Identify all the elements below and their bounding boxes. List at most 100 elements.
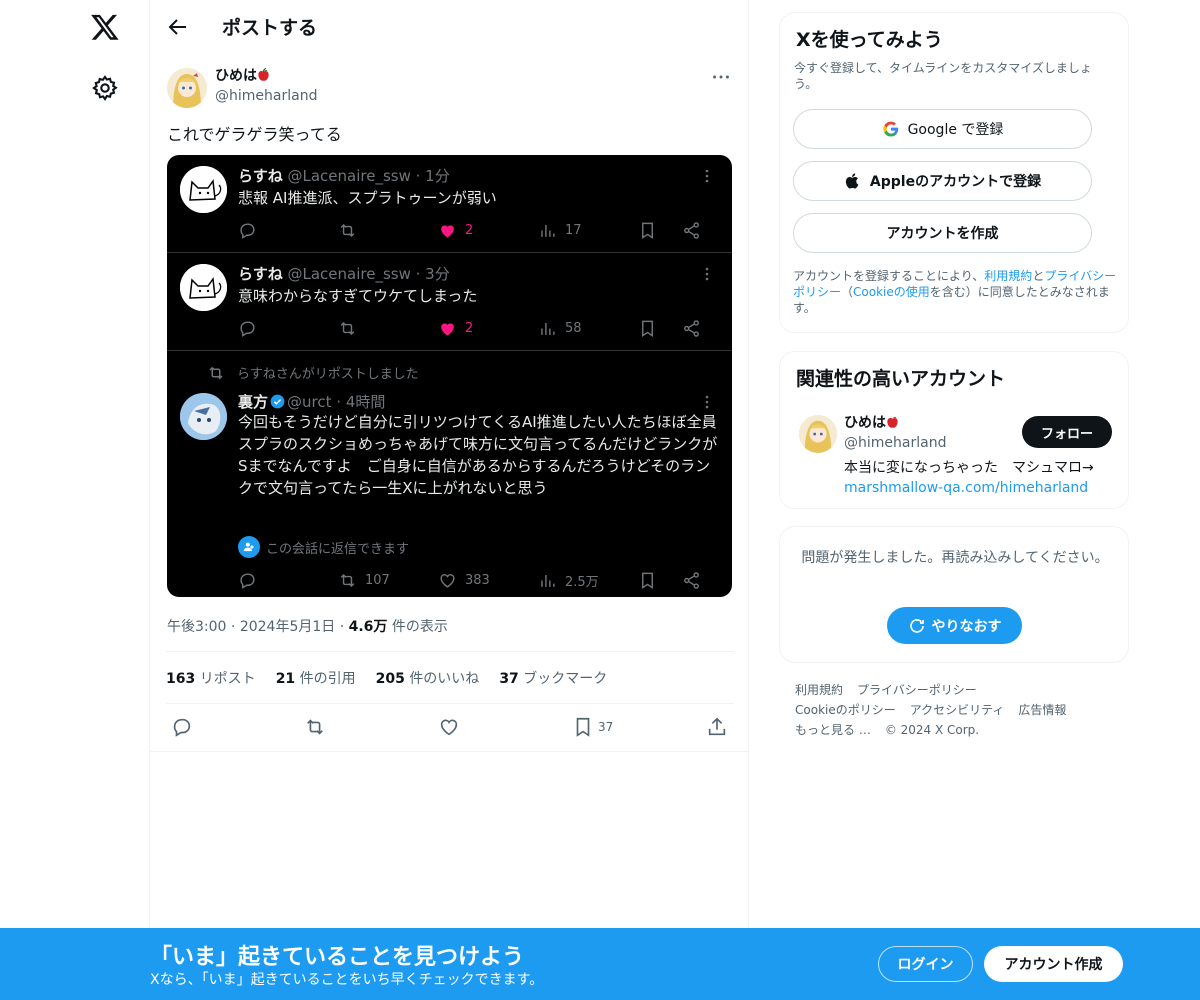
image-bookmark-icon [638, 221, 657, 240]
image-bookmark-icon [638, 571, 657, 590]
image-tweet-3-retweets: 107 [365, 573, 390, 588]
image-tweet-3-likes: 383 [465, 573, 490, 588]
login-banner: 「いま」起きていることを見つけよう Xなら、「いま」起きていることをいち早くチェ… [0, 928, 1200, 1000]
cat-avatar [180, 264, 227, 311]
image-tweet-1: らすね @Lacenaire_ssw · 1分 悲報 AI推進派、スプラトゥーン… [167, 155, 732, 253]
post-image[interactable]: らすね @Lacenaire_ssw · 1分 悲報 AI推進派、スプラトゥーン… [167, 155, 732, 597]
image-tweet-3-handle: @urct [287, 393, 332, 411]
image-bookmark-icon [638, 319, 657, 338]
post-actions: 37 [150, 705, 748, 752]
image-repost-note-icon [209, 366, 223, 379]
image-tweet-1-time: 1分 [425, 167, 450, 185]
retry-button[interactable]: やりなおす [887, 607, 1022, 644]
apple-emoji-icon [258, 68, 269, 81]
repost-count[interactable]: 163 リポスト [166, 668, 256, 688]
image-retweet-icon [338, 319, 357, 338]
apple-emoji-icon [887, 416, 898, 428]
image-reply-icon [238, 571, 257, 590]
bookmark-count: 37 ブックマーク [499, 670, 608, 687]
related-bio: 本当に変になっちゃった マシュマロ→ marshmallow-qa.com/hi… [844, 460, 1094, 496]
bookmark-button-count: 37 [598, 720, 614, 734]
footer-cookie[interactable]: Cookieのポリシー [795, 703, 896, 717]
signup-subtitle: 今すぐ登録して、タイムラインをカスタマイズしましょう。 [794, 61, 1092, 91]
back-arrow-icon[interactable] [166, 15, 190, 39]
image-tweet-2-handle: @Lacenaire_ssw [287, 265, 411, 283]
terms-link[interactable]: 利用規約 [984, 269, 1032, 283]
page-header: ポストする [150, 0, 748, 53]
image-retweet-icon [338, 221, 357, 240]
footer-links: 利用規約 プライバシーポリシー Cookieのポリシー アクセシビリティ 広告情報 も… [795, 680, 1115, 740]
image-views-icon [541, 224, 555, 237]
image-more-icon [705, 395, 709, 409]
footer-ads[interactable]: 広告情報 [1018, 703, 1066, 717]
author-handle[interactable]: @himeharland [215, 88, 317, 104]
image-tweet-1-name: らすね [238, 167, 283, 185]
related-title: 関連性の高いアカウント [796, 368, 1006, 390]
share-button[interactable] [706, 716, 728, 738]
image-tweet-2: らすね @Lacenaire_ssw · 3分 意味わからなすぎてウケてしまった… [167, 253, 732, 351]
image-tweet-3-time: 4時間 [345, 393, 386, 411]
post-timestamp: 午後3:00 · 2024年5月1日 · 4.6万 件の表示 [167, 619, 448, 635]
main-column: ポストする ひめは @himeharland これでゲラゲラ笑ってる らすね @… [149, 0, 749, 1000]
reply-button[interactable] [171, 716, 193, 738]
image-tweet-1-likes: 2 [465, 223, 474, 238]
post-author[interactable]: ひめは @himeharland [167, 68, 317, 108]
post-views: 4.6万 [348, 619, 388, 635]
author-name[interactable]: ひめは [215, 68, 257, 84]
footer-terms[interactable]: 利用規約 [795, 683, 843, 697]
retry-label: やりなおす [931, 618, 1002, 635]
image-views-icon [541, 322, 555, 335]
author-avatar[interactable] [167, 68, 207, 108]
post-views-suffix: 件の表示 [391, 619, 448, 635]
related-avatar[interactable] [799, 415, 837, 453]
bookmark-icon [576, 717, 590, 737]
create-account-button[interactable]: アカウントを作成 [793, 213, 1092, 253]
signup-card: Xを使ってみよう 今すぐ登録して、タイムラインをカスタマイズしましょう。 Goo… [779, 12, 1129, 333]
banner-title: 「いま」起きていることを見つけよう [150, 945, 525, 970]
like-count[interactable]: 205 件のいいね [376, 668, 480, 688]
post-text: これでゲラゲラ笑ってる [167, 125, 342, 144]
image-reply-icon [238, 319, 257, 338]
like-button[interactable] [438, 716, 460, 738]
left-nav [0, 0, 150, 1000]
more-options-icon[interactable] [710, 66, 732, 88]
footer-privacy[interactable]: プライバシーポリシー [857, 683, 977, 697]
related-handle[interactable]: @himeharland [844, 435, 946, 451]
cookie-link[interactable]: Cookieの使用 [853, 285, 930, 299]
follow-button[interactable]: フォロー [1022, 416, 1112, 448]
related-name[interactable]: ひめは [844, 415, 886, 431]
apple-signup-button[interactable]: Appleのアカウントで登録 [793, 161, 1092, 201]
image-tweet-1-text: 悲報 AI推進派、スプラトゥーンが弱い [238, 189, 497, 207]
repost-button[interactable] [304, 716, 326, 738]
refresh-icon [909, 618, 924, 633]
image-more-icon [705, 267, 709, 281]
image-reply-note: この会話に返信できます [266, 541, 410, 557]
marshmallow-link[interactable]: marshmallow-qa.com/himeharland [844, 480, 1088, 496]
footer-more[interactable]: もっと見る … [795, 723, 871, 737]
apple-signup-label: Appleのアカウントで登録 [869, 174, 1042, 190]
x-logo-icon[interactable] [90, 12, 120, 42]
gear-icon[interactable] [91, 74, 119, 102]
page-title: ポストする [222, 17, 318, 39]
image-tweet-1-handle: @Lacenaire_ssw [287, 167, 411, 185]
apple-icon [845, 173, 859, 189]
footer-accessibility[interactable]: アクセシビリティ [910, 703, 1005, 717]
image-heart-filled-icon [441, 225, 454, 238]
image-tweet-3-text: 今回もそうだけど自分に引リツつけてくるAI推進したい人たちほぼ全員スプラのスクシ… [238, 413, 718, 497]
image-retweet-icon [340, 573, 355, 588]
urct-avatar [180, 393, 227, 440]
image-tweet-1-views: 17 [565, 223, 582, 238]
image-share-icon [682, 221, 701, 240]
image-reply-icon [238, 221, 257, 240]
login-button[interactable]: ログイン [878, 946, 973, 982]
google-signup-button[interactable]: Google で登録 [793, 109, 1092, 149]
cat-avatar [180, 166, 227, 213]
image-heart-filled-icon [441, 323, 454, 336]
signup-button[interactable]: アカウント作成 [984, 946, 1123, 982]
bookmark-button[interactable]: 37 [572, 716, 613, 738]
quote-count[interactable]: 21 件の引用 [276, 668, 356, 688]
post-time[interactable]: 午後3:00 [167, 619, 226, 635]
image-tweet-2-text: 意味わからなすぎてウケてしまった [238, 287, 478, 305]
post-date[interactable]: 2024年5月1日 [240, 619, 335, 635]
image-share-icon [682, 319, 701, 338]
